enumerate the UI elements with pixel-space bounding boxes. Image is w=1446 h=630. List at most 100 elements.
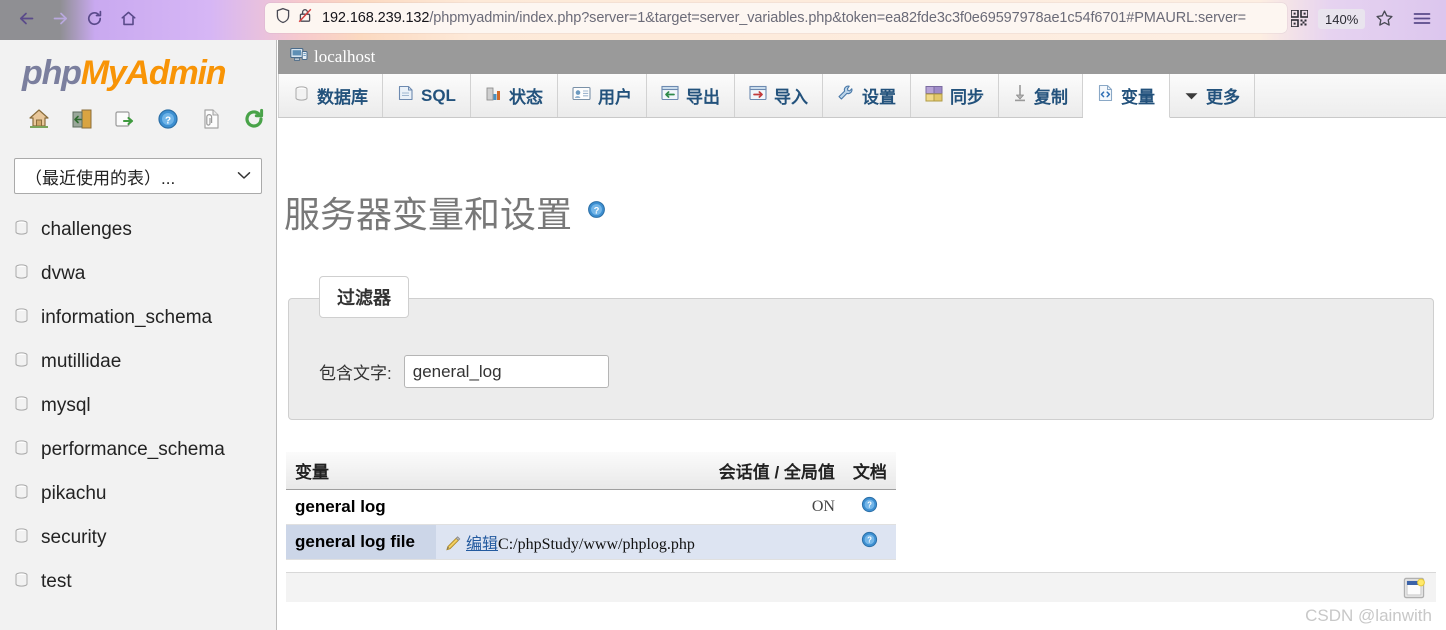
svg-text:?: ? [868, 501, 873, 510]
database-icon [13, 439, 30, 462]
database-icon [13, 395, 30, 418]
server-variables-table: 变量 会话值 / 全局值 文档 general log ON ? general… [286, 452, 896, 561]
tab-import[interactable]: 导入 [734, 74, 823, 117]
refresh-icon[interactable] [242, 107, 266, 136]
help-icon[interactable]: ? [156, 107, 180, 136]
col-edit [436, 452, 704, 491]
tab-label: 状态 [508, 88, 543, 107]
replication-icon [1013, 84, 1027, 107]
sidebar-icon-row: ? [27, 107, 276, 136]
lock-crossed-icon[interactable] [297, 7, 313, 29]
zoom-level-badge[interactable]: 140% [1318, 9, 1366, 29]
pma-sidebar: phpMyAdmin ? （最近使用的表）... challenges dvwa… [0, 40, 277, 630]
server-icon [290, 47, 308, 68]
recent-tables-select[interactable]: （最近使用的表）... [14, 158, 262, 194]
database-list: challenges dvwa information_schema mutil… [0, 208, 276, 604]
tab-label: 更多 [1205, 88, 1240, 107]
tab-variables[interactable]: 变量 [1082, 74, 1170, 118]
variable-doc-cell[interactable]: ? [843, 489, 896, 526]
help-icon[interactable]: ? [860, 532, 879, 553]
edit-link[interactable]: 编辑 [466, 536, 498, 553]
page-title-row: 服务器变量和设置 ? [284, 162, 1446, 262]
tab-label: 导入 [773, 88, 808, 107]
tab-sync[interactable]: 同步 [910, 74, 999, 117]
bookmark-star-icon[interactable] [1375, 9, 1394, 33]
browser-chrome: 192.168.239.132/phpmyadmin/index.php?ser… [0, 0, 1446, 40]
sync-icon [925, 85, 943, 107]
variable-edit-cell[interactable] [436, 489, 704, 526]
tab-replication[interactable]: 复制 [998, 74, 1083, 117]
db-name: mutillidae [41, 351, 122, 372]
tab-more[interactable]: 更多 [1169, 74, 1255, 117]
variable-value: ON [703, 489, 844, 526]
chevron-down-icon [1184, 86, 1199, 106]
variable-edit-cell[interactable]: 编辑C:/phpStudy/www/phplog.php [436, 524, 704, 561]
tab-label: 数据库 [317, 88, 368, 107]
db-list-item[interactable]: challenges [0, 208, 276, 252]
table-header-row: 变量 会话值 / 全局值 文档 [286, 452, 896, 491]
variable-doc-cell[interactable]: ? [843, 524, 896, 561]
col-variable[interactable]: 变量 [286, 452, 436, 491]
hamburger-menu-icon[interactable] [1412, 9, 1432, 33]
table-row[interactable]: general log ON ? [286, 489, 896, 526]
db-name: information_schema [41, 307, 213, 328]
db-name: dvwa [41, 263, 86, 284]
tab-export[interactable]: 导出 [646, 74, 735, 117]
help-icon[interactable]: ? [586, 199, 607, 225]
database-icon [13, 571, 30, 594]
import-icon [749, 85, 767, 106]
db-list-item[interactable]: test [0, 560, 276, 604]
db-list-item[interactable]: performance_schema [0, 428, 276, 472]
table-row[interactable]: general log file 编辑C:/phpStudy/www/phplo… [286, 524, 896, 561]
db-list-item[interactable]: security [0, 516, 276, 560]
home-icon[interactable] [27, 107, 51, 136]
tab-status[interactable]: 状态 [470, 74, 558, 117]
tab-label: 用户 [597, 88, 632, 107]
variable-value [703, 524, 844, 561]
svg-text:?: ? [165, 115, 171, 126]
tab-label: 同步 [949, 88, 984, 107]
db-list-item[interactable]: mysql [0, 384, 276, 428]
forward-button[interactable] [43, 3, 77, 33]
database-icon [13, 527, 30, 550]
chevron-down-icon [237, 169, 251, 183]
zoom-level-label: 140% [1325, 11, 1359, 27]
query-window-icon[interactable] [113, 107, 137, 136]
phpmyadmin-logo[interactable]: phpMyAdmin [22, 54, 276, 93]
tab-settings[interactable]: 设置 [822, 74, 911, 117]
col-session-global-value[interactable]: 会话值 / 全局值 [703, 452, 844, 491]
db-name: security [41, 527, 107, 548]
db-list-item[interactable]: dvwa [0, 252, 276, 296]
sql-page-icon [397, 84, 414, 107]
db-name: challenges [41, 219, 132, 240]
console-window-icon[interactable] [1403, 577, 1425, 599]
pencil-edit-icon[interactable] [445, 536, 466, 553]
help-icon[interactable]: ? [860, 497, 879, 518]
reload-button[interactable] [77, 3, 111, 33]
database-icon [293, 85, 310, 107]
url-text: 192.168.239.132/phpmyadmin/index.php?ser… [322, 10, 1247, 26]
tab-label: SQL [421, 85, 456, 105]
url-bar[interactable]: 192.168.239.132/phpmyadmin/index.php?ser… [265, 3, 1287, 33]
database-icon [13, 483, 30, 506]
pma-main-panel: localhost 数据库 SQL 状态 用户 导出 导入 设置 同步 复制 变… [278, 40, 1446, 630]
filter-legend: 过滤器 [319, 276, 409, 319]
svg-text:?: ? [868, 536, 873, 545]
tab-label: 导出 [685, 88, 720, 107]
tab-databases[interactable]: 数据库 [278, 74, 383, 117]
logout-icon[interactable] [70, 107, 94, 136]
db-list-item[interactable]: information_schema [0, 296, 276, 340]
filter-input[interactable]: general_log [403, 355, 609, 389]
qr-code-icon[interactable] [1290, 9, 1309, 32]
documentation-icon[interactable] [199, 107, 223, 136]
filter-label: 包含文字: [319, 364, 392, 384]
home-button[interactable] [111, 3, 145, 33]
db-name: test [41, 571, 72, 592]
db-list-item[interactable]: pikachu [0, 472, 276, 516]
variable-name: general log file [286, 524, 436, 561]
tab-sql[interactable]: SQL [383, 74, 471, 117]
variable-name: general log [286, 489, 436, 526]
db-list-item[interactable]: mutillidae [0, 340, 276, 384]
back-button[interactable] [9, 3, 43, 33]
tab-users[interactable]: 用户 [557, 74, 647, 117]
